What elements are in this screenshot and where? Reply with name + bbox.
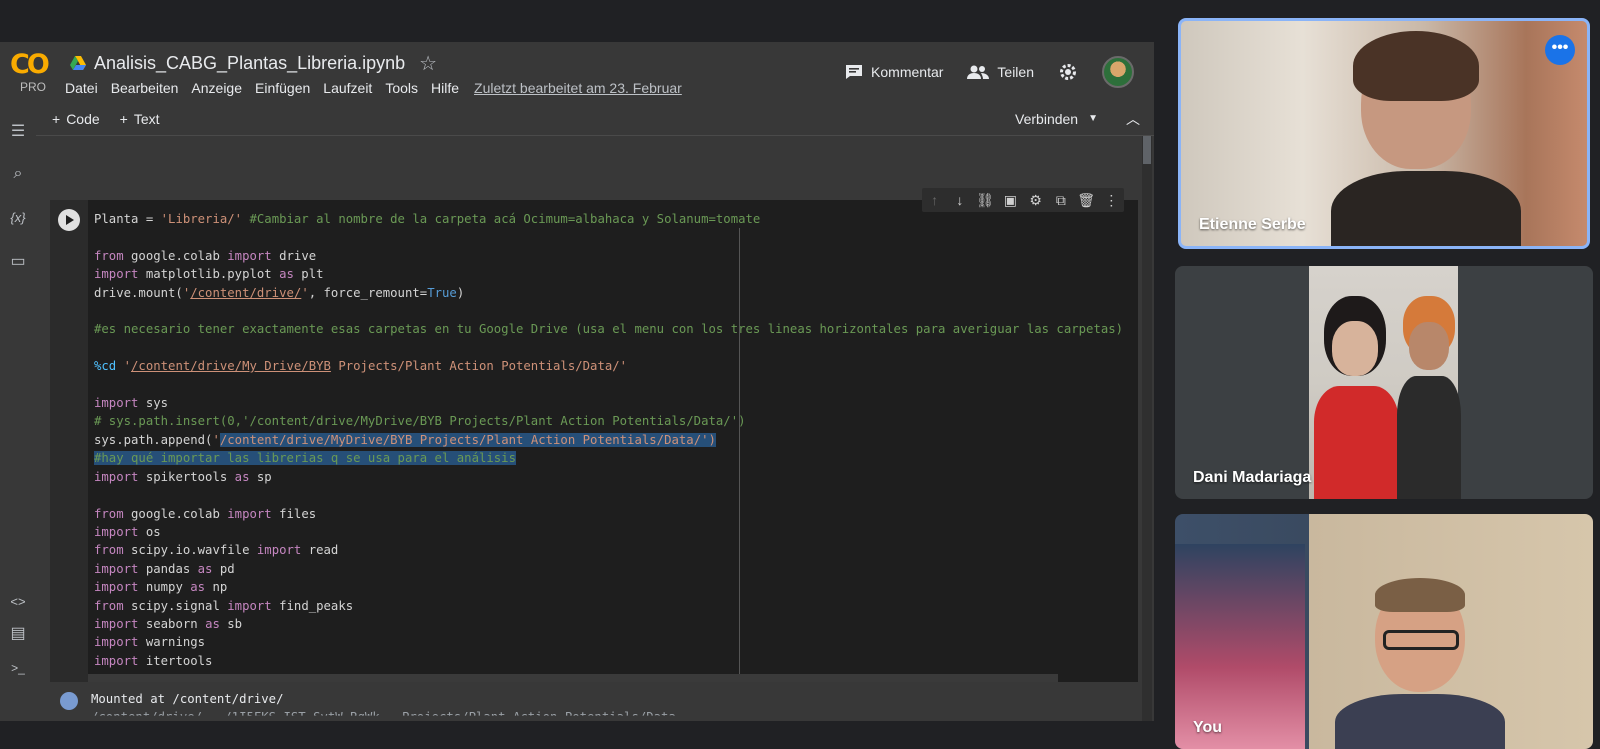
scrollbar-thumb[interactable] [1143,136,1151,164]
menu-bar: Datei Bearbeiten Anzeige Einfügen Laufze… [65,80,682,96]
mirror-cell-icon[interactable]: ⧉ [1051,192,1071,209]
connect-button[interactable]: Verbinden ▼ [1015,111,1098,127]
comment-button[interactable]: Kommentar [845,64,943,80]
menu-bearbeiten[interactable]: Bearbeiten [111,80,179,96]
move-down-icon[interactable]: ↓ [950,192,970,208]
notebook-vertical-scrollbar[interactable] [1142,136,1152,721]
video-tile-dani[interactable]: Dani Madariaga [1175,266,1593,499]
left-sidebar: ☰ ⌕ {x} ▭ <> ▤ >_ [0,104,36,721]
settings-gear-icon[interactable] [1058,62,1078,82]
menu-tools[interactable]: Tools [385,80,418,96]
link-icon[interactable]: ⛓ [975,192,995,209]
account-avatar[interactable] [1102,56,1134,88]
cell-output: Mounted at /content/drive/ /content/driv… [50,688,1138,718]
plus-icon: + [119,111,128,127]
plus-icon: + [52,111,61,127]
comment-icon [846,65,863,79]
caret-down-icon: ▼ [1088,113,1098,124]
participant-name: Dani Madariaga [1193,469,1312,486]
search-icon[interactable]: ⌕ [6,162,30,186]
toolbar-right: Verbinden ▼ ︿ [1015,109,1140,129]
add-code-label: Code [66,111,100,127]
menu-laufzeit[interactable]: Laufzeit [323,80,372,96]
star-icon[interactable]: ☆ [419,51,437,76]
comment-label: Kommentar [871,64,944,80]
participant-name: Etienne Serbe [1199,216,1306,233]
output-line-truncated: /content/drive/.../1I5FKS-IST-SvtW-RqWk.… [91,710,676,721]
google-drive-icon[interactable] [70,56,86,70]
command-palette-icon[interactable]: ▤ [6,622,30,646]
cell-gutter [50,200,88,682]
variables-icon[interactable]: {x} [6,206,30,230]
video-tile-self[interactable]: You [1175,514,1593,749]
pro-badge: PRO [19,80,46,94]
add-text-button[interactable]: + Text [120,111,160,127]
cell-settings-icon[interactable]: ⚙ [1026,192,1046,209]
comment-icon[interactable]: ▣ [1000,192,1020,209]
participant-video [1325,578,1505,749]
more-options-button[interactable]: ••• [1545,35,1575,65]
video-tile-etienne[interactable]: ••• Etienne Serbe [1178,18,1590,249]
title-row: Analisis_CABG_Plantas_Libreria.ipynb ☆ [70,50,437,76]
menu-hilfe[interactable]: Hilfe [431,80,459,96]
connect-label: Verbinden [1015,111,1079,127]
share-label: Teilen [997,64,1034,80]
cell-horizontal-scrollbar[interactable] [88,674,1058,682]
participant-name: You [1193,719,1223,736]
move-up-icon[interactable]: ↑ [925,192,945,208]
output-avatar-icon[interactable] [60,692,78,710]
notebook-area: Planta = 'Libreria/' #Cambiar al nombre … [36,136,1154,721]
code-editor[interactable]: Planta = 'Libreria/' #Cambiar al nombre … [94,210,1123,670]
people-icon [967,65,990,79]
menu-anzeige[interactable]: Anzeige [191,80,242,96]
menu-datei[interactable]: Datei [65,80,98,96]
menu-einfuegen[interactable]: Einfügen [255,80,310,96]
collapse-header-icon[interactable]: ︿ [1126,109,1140,129]
table-of-contents-icon[interactable]: ☰ [6,120,30,144]
code-cell[interactable]: Planta = 'Libreria/' #Cambiar al nombre … [50,200,1138,682]
header-actions: Kommentar Teilen [845,54,1134,90]
terminal-icon[interactable]: >_ [6,656,30,680]
code-snippets-icon[interactable]: <> [6,590,30,614]
files-folder-icon[interactable]: ▭ [6,250,30,274]
delete-icon[interactable]: 🗑 [1076,192,1096,209]
share-button[interactable]: Teilen [967,64,1034,80]
participant-video [1331,31,1521,246]
notebook-title[interactable]: Analisis_CABG_Plantas_Libreria.ipynb [94,53,405,74]
last-edited-link[interactable]: Zuletzt bearbeitet am 23. Februar [474,80,682,96]
colab-window: CO PRO Analisis_CABG_Plantas_Libreria.ip… [0,42,1154,721]
run-cell-button[interactable] [58,209,80,231]
colab-header: CO PRO Analisis_CABG_Plantas_Libreria.ip… [0,42,1154,104]
colab-logo[interactable]: CO PRO [10,50,50,98]
add-code-button[interactable]: + Code [52,111,100,127]
output-line: Mounted at /content/drive/ [91,692,284,706]
logo-text: CO [10,49,50,80]
notebook-toolbar: + Code + Text Verbinden ▼ ︿ [36,104,1154,134]
cell-toolbar: ↑ ↓ ⛓ ▣ ⚙ ⧉ 🗑 ⋮ [922,188,1124,212]
participant-video [1309,266,1461,499]
add-text-label: Text [133,111,160,127]
more-options-icon[interactable]: ⋮ [1101,192,1121,209]
